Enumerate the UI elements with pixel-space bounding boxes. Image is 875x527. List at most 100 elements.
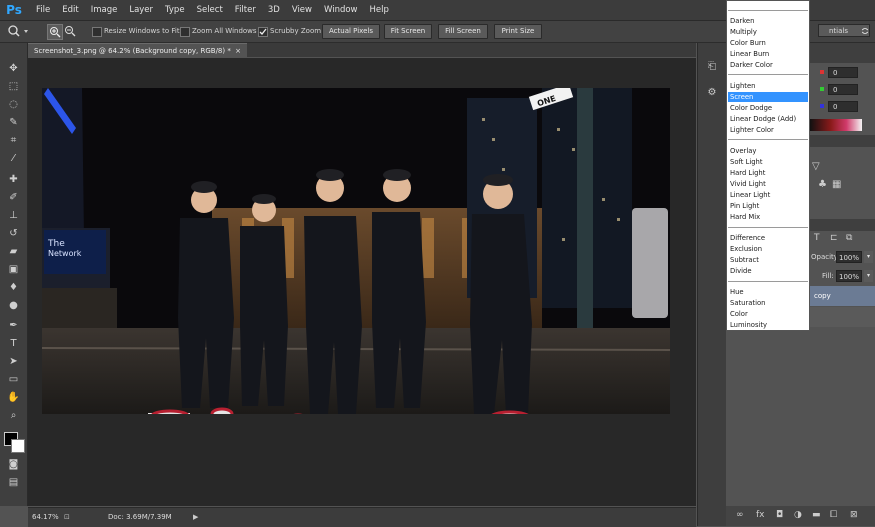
- type-layer-filter-icon[interactable]: T: [814, 233, 820, 243]
- menu-view[interactable]: View: [286, 0, 318, 20]
- blend-multiply[interactable]: Multiply: [728, 27, 808, 37]
- menu-layer[interactable]: Layer: [123, 0, 159, 20]
- properties-panel-icon[interactable]: ⚙: [705, 87, 719, 101]
- color-lookup-icon[interactable]: ▦: [832, 179, 841, 190]
- fit-screen-button[interactable]: Fit Screen: [384, 24, 432, 39]
- brush-tool-icon[interactable]: ✐: [6, 192, 21, 204]
- menu-file[interactable]: File: [30, 0, 56, 20]
- opacity-dropdown-icon[interactable]: ▾: [864, 251, 873, 263]
- print-size-button[interactable]: Print Size: [494, 24, 542, 39]
- checkbox-box[interactable]: [258, 27, 268, 37]
- color-ramp[interactable]: [810, 119, 862, 131]
- document-tab[interactable]: Screenshot_3.png @ 64.2% (Background cop…: [28, 43, 247, 57]
- actual-pixels-button[interactable]: Actual Pixels: [322, 24, 380, 39]
- blend-linear-light[interactable]: Linear Light: [728, 190, 808, 200]
- blend-color-dodge[interactable]: Color Dodge: [728, 103, 808, 113]
- clone-stamp-icon[interactable]: ⊥: [6, 210, 21, 222]
- blend-lighten[interactable]: Lighten: [728, 81, 808, 91]
- channel-mixer-icon[interactable]: ♣: [818, 179, 827, 190]
- menu-3d[interactable]: 3D: [262, 0, 286, 20]
- group-folder-icon[interactable]: ▬: [812, 510, 821, 520]
- zoom-tool-icon[interactable]: ⌕: [6, 410, 21, 422]
- path-select-icon[interactable]: ➤: [6, 356, 21, 368]
- pen-tool-icon[interactable]: ✒: [6, 320, 21, 332]
- blend-difference[interactable]: Difference: [728, 233, 808, 243]
- link-layers-icon[interactable]: ∞: [736, 510, 744, 520]
- blend-color-burn[interactable]: Color Burn: [728, 38, 808, 48]
- quick-select-icon[interactable]: ✎: [6, 117, 21, 129]
- fill-dropdown-icon[interactable]: ▾: [864, 270, 873, 282]
- healing-brush-icon[interactable]: ✚: [6, 174, 21, 186]
- blur-tool-icon[interactable]: ♦: [6, 282, 21, 294]
- blend-soft-light[interactable]: Soft Light: [728, 157, 808, 167]
- menu-help[interactable]: Help: [364, 0, 395, 20]
- status-menu-arrow-icon[interactable]: ▶: [193, 508, 198, 526]
- dodge-tool-icon[interactable]: ●: [6, 300, 21, 312]
- blend-luminosity[interactable]: Luminosity: [728, 320, 808, 330]
- menu-filter[interactable]: Filter: [229, 0, 262, 20]
- shape-tool-icon[interactable]: ▭: [6, 374, 21, 386]
- add-mask-icon[interactable]: ◘: [776, 510, 783, 520]
- adjustment-icons[interactable]: ▽: [812, 161, 820, 172]
- green-value[interactable]: 0: [828, 84, 858, 95]
- blend-pin-light[interactable]: Pin Light: [728, 201, 808, 211]
- checkbox-box[interactable]: [180, 27, 190, 37]
- gradient-tool-icon[interactable]: ▣: [6, 264, 21, 276]
- blend-exclusion[interactable]: Exclusion: [728, 244, 808, 254]
- blend-hard-mix[interactable]: Hard Mix: [728, 212, 808, 222]
- blend-lighter-color[interactable]: Lighter Color: [728, 125, 808, 135]
- eyedropper-icon[interactable]: ⁄: [6, 153, 21, 165]
- zoom-out-button[interactable]: [63, 24, 77, 38]
- canvas-image[interactable]: The Network ONE: [42, 88, 670, 414]
- zoom-all-windows-checkbox[interactable]: [180, 27, 190, 37]
- menu-type[interactable]: Type: [159, 0, 191, 20]
- blend-darken[interactable]: Darken: [728, 16, 808, 26]
- blend-mode-dropdown[interactable]: Darken Multiply Color Burn Linear Burn D…: [726, 0, 810, 331]
- blend-hue[interactable]: Hue: [728, 287, 808, 297]
- quick-mask-icon[interactable]: ◙: [6, 459, 21, 471]
- zoom-level[interactable]: 64.17%: [32, 508, 59, 526]
- blend-darker-color[interactable]: Darker Color: [728, 60, 808, 70]
- blend-color[interactable]: Color: [728, 309, 808, 319]
- crop-tool-icon[interactable]: ⌗: [6, 135, 21, 147]
- checkbox-box[interactable]: [92, 27, 102, 37]
- history-panel-icon[interactable]: ⎗: [705, 61, 719, 75]
- trash-icon[interactable]: ⊠: [850, 510, 858, 520]
- export-icon[interactable]: ⊡: [64, 508, 70, 526]
- blend-overlay[interactable]: Overlay: [728, 146, 808, 156]
- close-tab-icon[interactable]: ×: [235, 44, 241, 58]
- blend-divide[interactable]: Divide: [728, 266, 808, 276]
- marquee-tool-icon[interactable]: ⬚: [6, 81, 21, 93]
- blend-screen[interactable]: Screen: [728, 92, 808, 102]
- red-value[interactable]: 0: [828, 67, 858, 78]
- type-tool-icon[interactable]: T: [6, 338, 21, 350]
- history-brush-icon[interactable]: ↺: [6, 228, 21, 240]
- blue-value[interactable]: 0: [828, 101, 858, 112]
- tool-preset-picker[interactable]: [6, 24, 30, 38]
- shape-layer-filter-icon[interactable]: ⊏: [830, 233, 838, 243]
- menu-window[interactable]: Window: [318, 0, 364, 20]
- fill-field[interactable]: 100%: [836, 270, 862, 282]
- smart-object-filter-icon[interactable]: ⧉: [846, 233, 852, 243]
- blend-subtract[interactable]: Subtract: [728, 255, 808, 265]
- blend-saturation[interactable]: Saturation: [728, 298, 808, 308]
- fill-screen-button[interactable]: Fill Screen: [438, 24, 488, 39]
- screen-mode-icon[interactable]: ▤: [6, 477, 21, 489]
- lasso-tool-icon[interactable]: ◌: [6, 99, 21, 111]
- blend-hard-light[interactable]: Hard Light: [728, 168, 808, 178]
- menu-image[interactable]: Image: [85, 0, 124, 20]
- background-color-swatch[interactable]: [11, 439, 25, 453]
- zoom-in-button[interactable]: [47, 24, 63, 40]
- resize-windows-checkbox[interactable]: [92, 27, 102, 37]
- hand-tool-icon[interactable]: ✋: [6, 392, 21, 404]
- opacity-field[interactable]: 100%: [836, 251, 862, 263]
- blend-linear-dodge[interactable]: Linear Dodge (Add): [728, 114, 808, 124]
- new-layer-icon[interactable]: ⧠: [830, 510, 837, 520]
- blend-vivid-light[interactable]: Vivid Light: [728, 179, 808, 189]
- layer-style-icon[interactable]: fx: [756, 510, 765, 520]
- move-tool-icon[interactable]: ✥: [6, 63, 21, 75]
- scrubby-zoom-checkbox[interactable]: [258, 27, 268, 37]
- menu-select[interactable]: Select: [191, 0, 229, 20]
- adjustment-layer-icon[interactable]: ◑: [794, 510, 802, 520]
- menu-edit[interactable]: Edit: [56, 0, 84, 20]
